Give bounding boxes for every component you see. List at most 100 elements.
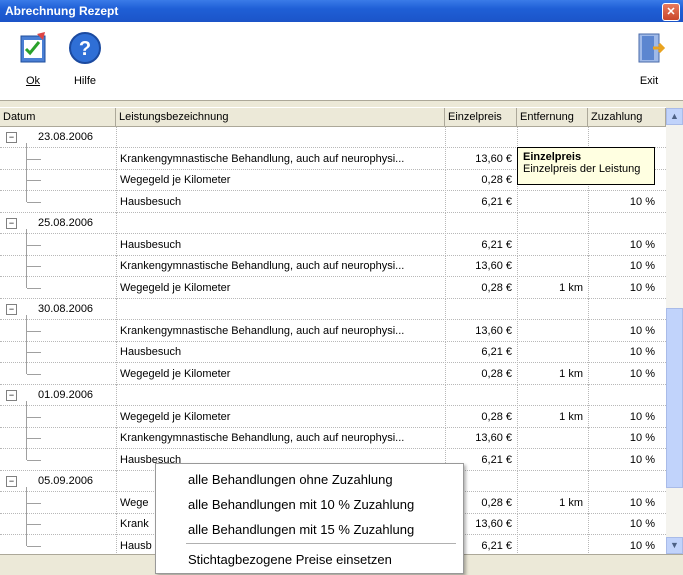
table-row[interactable]: Krankengymnastische Behandlung, auch auf…: [0, 256, 666, 277]
group-row[interactable]: − 30.08.2006: [0, 299, 666, 320]
row-price[interactable]: 6,21 €: [445, 191, 517, 213]
row-price[interactable]: 13,60 €: [445, 320, 517, 342]
menu-separator: [186, 543, 456, 544]
group-row[interactable]: − 25.08.2006: [0, 213, 666, 234]
table-row[interactable]: Krankengymnastische Behandlung, auch auf…: [0, 320, 666, 342]
column-header-zuzahlung[interactable]: Zuzahlung: [588, 108, 666, 126]
tree-line: [26, 229, 27, 288]
collapse-toggle-icon[interactable]: −: [6, 390, 17, 401]
table-row[interactable]: Hausbesuch 6,21 € 10 %: [0, 342, 666, 363]
row-distance[interactable]: [517, 320, 588, 342]
row-distance[interactable]: 1 km: [517, 363, 588, 385]
collapse-toggle-icon[interactable]: −: [6, 304, 17, 315]
row-description[interactable]: Krankengymnastische Behandlung, auch auf…: [116, 256, 445, 277]
row-description[interactable]: Wegegeld je Kilometer: [116, 277, 445, 299]
row-description[interactable]: Krankengymnastische Behandlung, auch auf…: [116, 428, 445, 449]
row-description[interactable]: Hausbesuch: [116, 342, 445, 363]
group-row[interactable]: − 23.08.2006: [0, 127, 666, 148]
row-distance[interactable]: 1 km: [517, 277, 588, 299]
scroll-down-button[interactable]: ▼: [666, 537, 683, 554]
row-zuzahlung[interactable]: 10 %: [588, 320, 660, 342]
row-description[interactable]: Wegegeld je Kilometer: [116, 363, 445, 385]
group-row[interactable]: − 01.09.2006: [0, 385, 666, 406]
column-header-einzelpreis[interactable]: Einzelpreis: [445, 108, 517, 126]
tree-line: [26, 315, 27, 374]
row-distance[interactable]: [517, 428, 588, 449]
table-row[interactable]: Hausbesuch 6,21 € 10 %: [0, 191, 666, 213]
tree-line: [26, 143, 27, 202]
help-button[interactable]: ? Hilfe: [60, 30, 110, 87]
row-zuzahlung[interactable]: 10 %: [588, 342, 660, 363]
row-distance[interactable]: [517, 191, 588, 213]
row-price[interactable]: 6,21 €: [445, 234, 517, 256]
empty-cell: [445, 127, 517, 148]
tree-connector: [27, 373, 41, 375]
collapse-toggle-icon[interactable]: −: [6, 218, 17, 229]
row-price[interactable]: 13,60 €: [445, 148, 517, 170]
table-row[interactable]: Hausbesuch 6,21 € 10 %: [0, 234, 666, 256]
menu-item-ohne-zuzahlung[interactable]: alle Behandlungen ohne Zuzahlung: [156, 469, 463, 491]
row-price[interactable]: 0,28 €: [445, 277, 517, 299]
exit-label: Exit: [639, 75, 659, 87]
row-distance[interactable]: [517, 514, 588, 535]
empty-cell: [445, 299, 517, 320]
tree-connector: [27, 545, 41, 547]
row-price[interactable]: 0,28 €: [445, 406, 517, 428]
row-zuzahlung[interactable]: 10 %: [588, 191, 660, 213]
tree-connector: [27, 201, 41, 203]
row-distance[interactable]: 1 km: [517, 492, 588, 514]
table-row[interactable]: Wegegeld je Kilometer 0,28 €1 km 10 %: [0, 277, 666, 299]
menu-item-stichtag-preise[interactable]: Stichtagbezogene Preise einsetzen: [156, 549, 463, 571]
row-description[interactable]: Hausbesuch: [116, 234, 445, 256]
menu-item-15-zuzahlung[interactable]: alle Behandlungen mit 15 % Zuzahlung: [156, 519, 463, 541]
row-zuzahlung[interactable]: 10 %: [588, 256, 660, 277]
row-price[interactable]: 0,28 €: [445, 363, 517, 385]
row-distance[interactable]: [517, 256, 588, 277]
row-price[interactable]: 13,60 €: [445, 256, 517, 277]
row-zuzahlung[interactable]: 10 %: [588, 449, 660, 471]
empty-cell: [116, 385, 445, 406]
row-description[interactable]: Wegegeld je Kilometer: [116, 170, 445, 191]
scroll-up-button[interactable]: ▲: [666, 108, 683, 125]
tree-connector: [27, 158, 41, 160]
column-header-leistung[interactable]: Leistungsbezeichnung: [116, 108, 445, 126]
row-zuzahlung[interactable]: 10 %: [588, 406, 660, 428]
row-zuzahlung[interactable]: 10 %: [588, 492, 660, 514]
menu-item-10-zuzahlung[interactable]: alle Behandlungen mit 10 % Zuzahlung: [156, 494, 463, 516]
row-price[interactable]: 13,60 €: [445, 428, 517, 449]
collapse-toggle-icon[interactable]: −: [6, 476, 17, 487]
row-description[interactable]: Krankengymnastische Behandlung, auch auf…: [116, 148, 445, 170]
title-bar: Abrechnung Rezept ✕: [0, 0, 683, 22]
row-description[interactable]: Hausbesuch: [116, 191, 445, 213]
table-row[interactable]: Wegegeld je Kilometer 0,28 €1 km 10 %: [0, 406, 666, 428]
row-zuzahlung[interactable]: 10 %: [588, 428, 660, 449]
row-description[interactable]: Wegegeld je Kilometer: [116, 406, 445, 428]
close-button[interactable]: ✕: [662, 3, 680, 21]
row-distance[interactable]: [517, 449, 588, 471]
row-zuzahlung[interactable]: 10 %: [588, 234, 660, 256]
tree-connector: [27, 524, 41, 525]
row-zuzahlung[interactable]: 10 %: [588, 514, 660, 535]
group-date: 30.08.2006: [38, 303, 94, 315]
collapse-toggle-icon[interactable]: −: [6, 132, 17, 143]
row-distance[interactable]: [517, 234, 588, 256]
vertical-scrollbar[interactable]: ▲ ▼: [666, 108, 683, 554]
tree-connector: [27, 180, 41, 181]
scroll-thumb[interactable]: [666, 308, 683, 488]
table-row[interactable]: Wegegeld je Kilometer 0,28 €1 km 10 %: [0, 363, 666, 385]
exit-button[interactable]: Exit: [624, 30, 674, 87]
row-price[interactable]: 0,28 €: [445, 170, 517, 191]
row-description[interactable]: Krankengymnastische Behandlung, auch auf…: [116, 320, 445, 342]
column-header-entfernung[interactable]: Entfernung: [517, 108, 588, 126]
row-zuzahlung[interactable]: 10 %: [588, 277, 660, 299]
row-price[interactable]: 6,21 €: [445, 342, 517, 363]
empty-cell: [116, 299, 445, 320]
row-distance[interactable]: 1 km: [517, 406, 588, 428]
ok-button[interactable]: Ok: [8, 30, 58, 87]
column-header-datum[interactable]: Datum: [0, 108, 116, 126]
table-row[interactable]: Krankengymnastische Behandlung, auch auf…: [0, 428, 666, 449]
empty-cell: [517, 213, 588, 234]
row-distance[interactable]: [517, 342, 588, 363]
exit-door-icon: [638, 33, 666, 63]
row-zuzahlung[interactable]: 10 %: [588, 363, 660, 385]
